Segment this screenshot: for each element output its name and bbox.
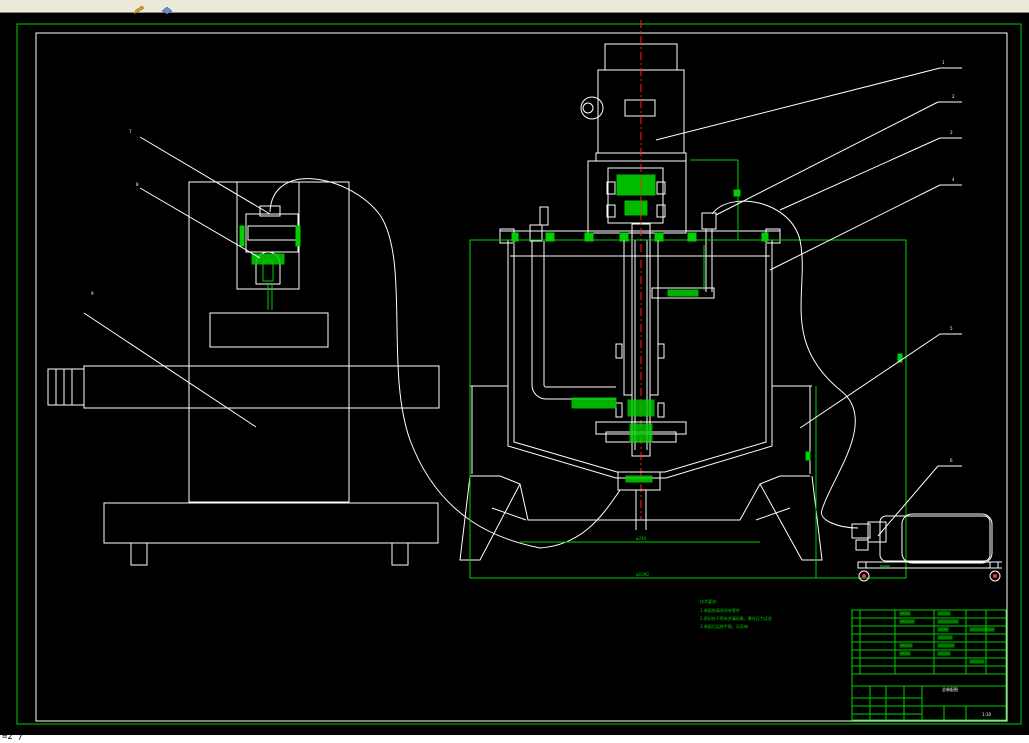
dim-inner-label: φ740 xyxy=(636,536,647,541)
tech-notes-title: 技术要求: xyxy=(700,598,717,604)
pump-assembly xyxy=(851,513,1002,582)
tech-note-line-2: 2.密封处不得有渗漏现象，需作压力试验 xyxy=(700,615,772,621)
callout-4: 4 xyxy=(952,177,955,182)
right-hose xyxy=(711,200,859,529)
tech-note-line-3: 3.装配后运转平稳，无异响 xyxy=(700,623,748,629)
pencil-icon[interactable] xyxy=(133,0,145,15)
cad-drawing-canvas[interactable]: 7 8 9 φ740 φ1090 1 2 3 4 5 6 技术要求: 1.装配前… xyxy=(0,12,1029,735)
callout-6: 6 xyxy=(950,458,953,463)
left-hose xyxy=(269,178,621,549)
left-valve-assembly xyxy=(239,205,301,310)
drawing-title: 总装配图 xyxy=(942,686,958,692)
callout-7: 7 xyxy=(129,129,132,134)
callout-5: 5 xyxy=(950,326,953,331)
mixer-tank-assembly: φ740 φ1090 1 2 3 4 5 6 xyxy=(459,20,962,579)
command-prompt: =2 / xyxy=(2,732,24,742)
callout-3: 3 xyxy=(950,130,953,135)
callout-9: 9 xyxy=(91,291,94,296)
technical-notes: 技术要求: 1.装配前清洗所有零件 2.密封处不得有渗漏现象，需作压力试验 3.… xyxy=(700,598,772,629)
layer-icon[interactable] xyxy=(160,0,173,15)
callout-8: 8 xyxy=(136,182,139,187)
tech-note-line-1: 1.装配前清洗所有零件 xyxy=(700,607,740,613)
left-machine: 7 8 9 xyxy=(47,129,621,566)
callout-2: 2 xyxy=(952,94,955,99)
outer-frame xyxy=(16,23,1022,725)
dim-outer-label: φ1090 xyxy=(636,572,649,577)
title-block: 总装配图 1:10 xyxy=(851,609,1007,721)
command-line[interactable]: =2 / xyxy=(0,732,1029,743)
callout-1: 1 xyxy=(942,60,945,65)
drawing-scale: 1:10 xyxy=(982,712,991,717)
